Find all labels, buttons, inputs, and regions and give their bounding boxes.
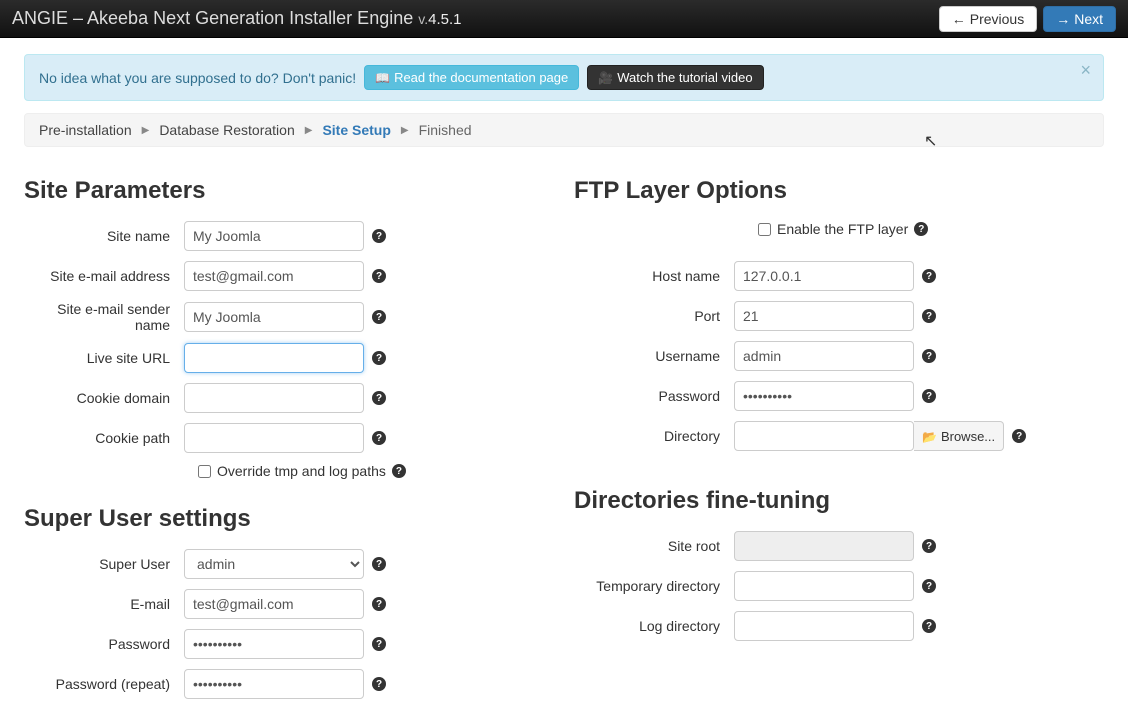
ftp-host-input[interactable] — [734, 261, 914, 291]
live-url-label: Live site URL — [24, 350, 184, 366]
navbar-buttons: Previous Next — [939, 6, 1116, 32]
book-icon — [375, 70, 390, 85]
log-dir-input[interactable] — [734, 611, 914, 641]
help-icon[interactable]: ? — [372, 677, 386, 691]
help-icon[interactable]: ? — [372, 269, 386, 283]
ftp-port-input[interactable] — [734, 301, 914, 331]
next-label: Next — [1074, 11, 1103, 27]
doc-button-label: Read the documentation page — [394, 70, 568, 85]
help-icon[interactable]: ? — [914, 222, 928, 236]
breadcrumb-step-sitesetup[interactable]: Site Setup — [322, 122, 390, 138]
ftp-user-label: Username — [574, 348, 734, 364]
chevron-right-icon: ▶ — [305, 125, 313, 136]
video-icon — [598, 70, 613, 85]
ftp-heading: FTP Layer Options — [574, 177, 1104, 205]
cookie-domain-input[interactable] — [184, 383, 364, 413]
ftp-pass-label: Password — [574, 388, 734, 404]
previous-label: Previous — [970, 11, 1024, 27]
help-icon[interactable]: ? — [372, 310, 386, 324]
directories-heading: Directories fine-tuning — [574, 487, 1104, 515]
site-email-label: Site e-mail address — [24, 268, 184, 284]
site-root-label: Site root — [574, 538, 734, 554]
ftp-pass-input[interactable] — [734, 381, 914, 411]
cookie-path-input[interactable] — [184, 423, 364, 453]
superuser-password-label: Password — [24, 636, 184, 652]
help-icon[interactable]: ? — [922, 389, 936, 403]
help-icon[interactable]: ? — [922, 539, 936, 553]
ftp-port-label: Port — [574, 308, 734, 324]
breadcrumb: Pre-installation ▶ Database Restoration … — [24, 113, 1104, 147]
superuser-password2-label: Password (repeat) — [24, 676, 184, 692]
ftp-dir-label: Directory — [574, 428, 734, 444]
tmp-dir-input[interactable] — [734, 571, 914, 601]
folder-icon — [922, 429, 937, 444]
video-button-label: Watch the tutorial video — [617, 70, 752, 85]
help-icon[interactable]: ? — [922, 619, 936, 633]
enable-ftp-label: Enable the FTP layer — [777, 221, 908, 237]
breadcrumb-step-finished: Finished — [419, 122, 472, 138]
help-icon[interactable]: ? — [922, 349, 936, 363]
arrow-right-icon — [1056, 11, 1070, 27]
superuser-password-input[interactable] — [184, 629, 364, 659]
help-icon[interactable]: ? — [922, 309, 936, 323]
chevron-right-icon: ▶ — [401, 125, 409, 136]
help-icon[interactable]: ? — [922, 579, 936, 593]
ftp-host-label: Host name — [574, 268, 734, 284]
override-paths-checkbox[interactable] — [198, 465, 211, 478]
browse-label: Browse... — [941, 429, 995, 444]
site-name-input[interactable] — [184, 221, 364, 251]
superuser-email-input[interactable] — [184, 589, 364, 619]
breadcrumb-step-preinstall[interactable]: Pre-installation — [39, 122, 132, 138]
help-icon[interactable]: ? — [922, 269, 936, 283]
site-parameters-heading: Site Parameters — [24, 177, 554, 205]
help-icon[interactable]: ? — [372, 351, 386, 365]
help-icon[interactable]: ? — [372, 431, 386, 445]
site-email-input[interactable] — [184, 261, 364, 291]
help-icon[interactable]: ? — [372, 391, 386, 405]
watch-tutorial-button[interactable]: Watch the tutorial video — [587, 65, 763, 90]
superuser-select[interactable]: admin — [184, 549, 364, 579]
app-title: ANGIE – Akeeba Next Generation Installer… — [12, 8, 413, 28]
superuser-label: Super User — [24, 556, 184, 572]
help-icon[interactable]: ? — [372, 557, 386, 571]
app-brand: ANGIE – Akeeba Next Generation Installer… — [12, 8, 461, 29]
superuser-email-label: E-mail — [24, 596, 184, 612]
arrow-left-icon — [952, 11, 966, 27]
help-icon[interactable]: ? — [372, 597, 386, 611]
help-icon[interactable]: ? — [372, 229, 386, 243]
browse-button[interactable]: Browse... — [914, 421, 1004, 451]
navbar: ANGIE – Akeeba Next Generation Installer… — [0, 0, 1128, 38]
version-label: v. — [418, 11, 428, 27]
help-icon[interactable]: ? — [372, 637, 386, 651]
help-icon[interactable]: ? — [1012, 429, 1026, 443]
cookie-domain-label: Cookie domain — [24, 390, 184, 406]
site-email-sender-label: Site e-mail sender name — [24, 301, 184, 333]
ftp-user-input[interactable] — [734, 341, 914, 371]
enable-ftp-checkbox[interactable] — [758, 223, 771, 236]
live-url-input[interactable] — [184, 343, 364, 373]
superuser-password2-input[interactable] — [184, 669, 364, 699]
ftp-dir-input[interactable] — [734, 421, 914, 451]
tmp-dir-label: Temporary directory — [574, 578, 734, 594]
log-dir-label: Log directory — [574, 618, 734, 634]
cookie-path-label: Cookie path — [24, 430, 184, 446]
read-documentation-button[interactable]: Read the documentation page — [364, 65, 579, 90]
close-icon[interactable]: × — [1080, 61, 1091, 79]
help-icon[interactable]: ? — [392, 464, 406, 478]
site-name-label: Site name — [24, 228, 184, 244]
alert-text: No idea what you are supposed to do? Don… — [39, 70, 356, 86]
site-root-input — [734, 531, 914, 561]
next-button[interactable]: Next — [1043, 6, 1116, 32]
chevron-right-icon: ▶ — [142, 125, 150, 136]
override-paths-label: Override tmp and log paths — [217, 463, 386, 479]
site-email-sender-input[interactable] — [184, 302, 364, 332]
previous-button[interactable]: Previous — [939, 6, 1037, 32]
superuser-heading: Super User settings — [24, 505, 554, 533]
version-number: 4.5.1 — [428, 11, 461, 28]
breadcrumb-step-db[interactable]: Database Restoration — [159, 122, 294, 138]
info-alert: No idea what you are supposed to do? Don… — [24, 54, 1104, 101]
